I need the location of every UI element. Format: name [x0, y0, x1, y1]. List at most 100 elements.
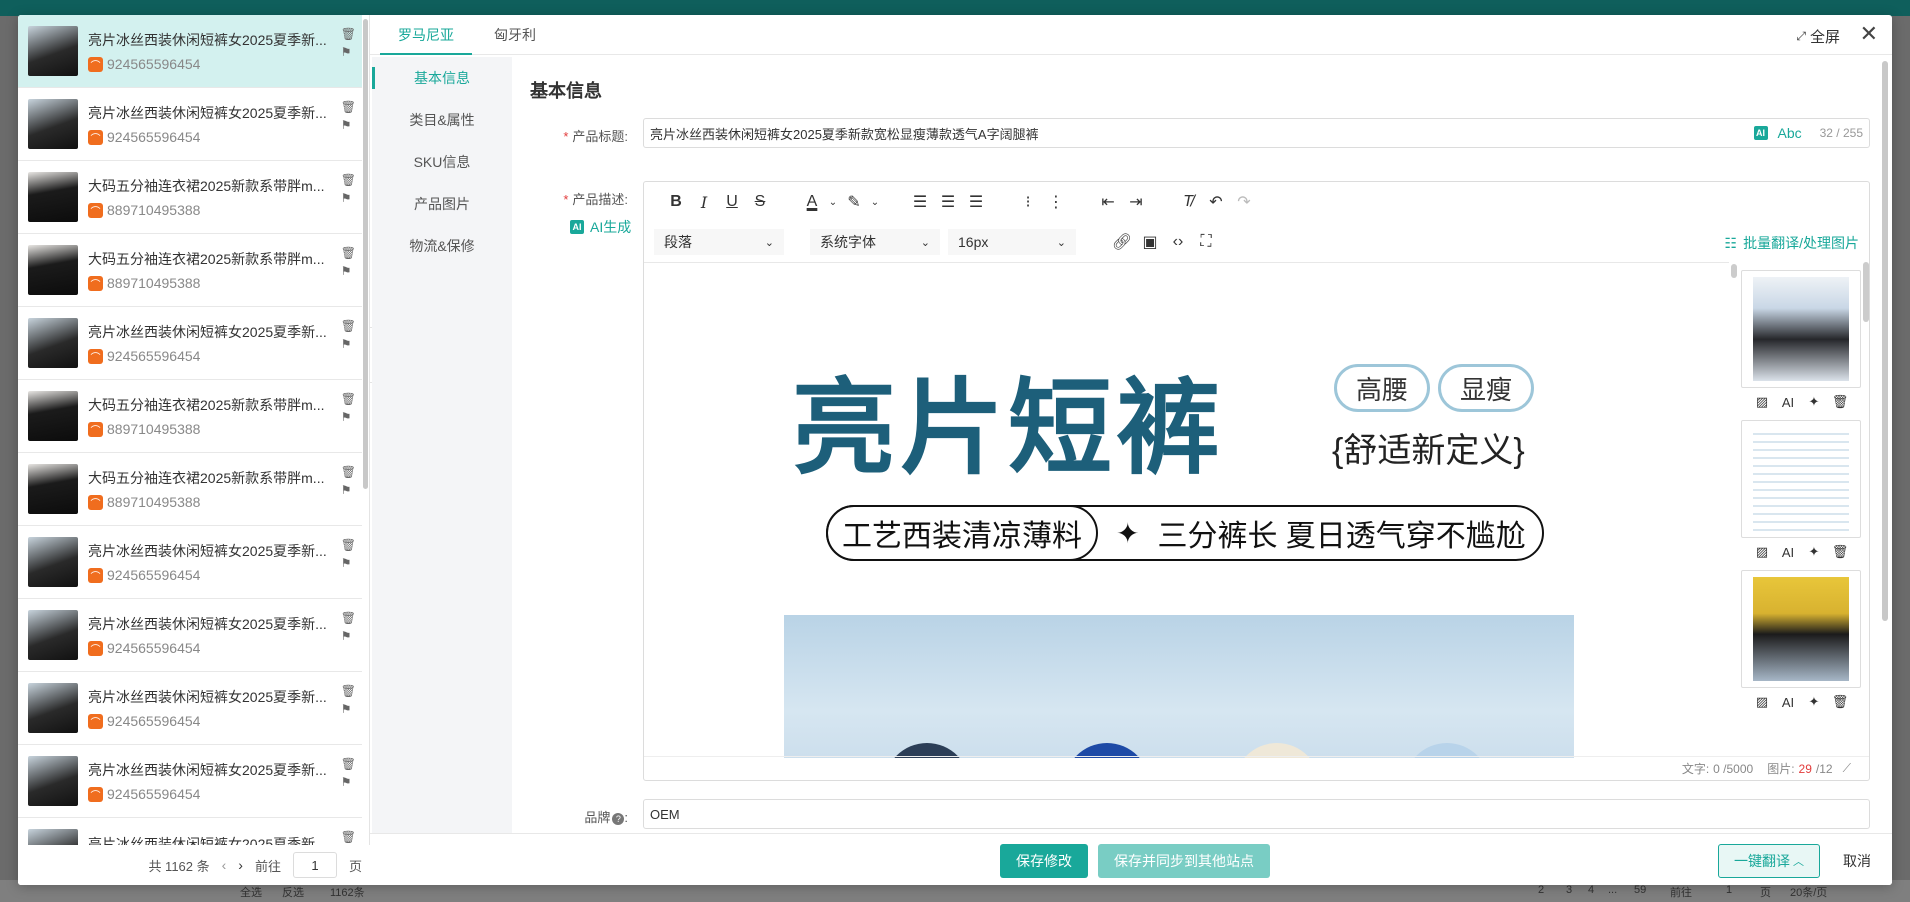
- fullscreen-button[interactable]: ⤢ 全屏: [1796, 26, 1840, 47]
- redo-icon[interactable]: ↷: [1230, 188, 1258, 216]
- undo-icon[interactable]: ↶: [1202, 188, 1230, 216]
- ai-translate-icon[interactable]: AI: [1753, 126, 1768, 140]
- underline-icon[interactable]: U: [718, 188, 746, 216]
- product-list-item[interactable]: 亮片冰丝西装休闲短裤女2025夏季新... ⌒ 924565596454 🗑︎ ⚑: [18, 526, 362, 599]
- font-family-select[interactable]: 系统字体 ⌄: [810, 229, 940, 255]
- flag-icon[interactable]: ⚑: [341, 629, 356, 643]
- product-list-item[interactable]: 亮片冰丝西装休闲短裤女2025夏季新... ⌒ 924565596454 🗑︎ ⚑: [18, 745, 362, 818]
- trash-icon[interactable]: 🗑︎: [341, 611, 356, 625]
- paragraph-select[interactable]: 段落 ⌄: [654, 229, 784, 255]
- trash-icon[interactable]: 🗑︎: [1830, 542, 1850, 562]
- product-list-item[interactable]: 亮片冰丝西装休闲短裤女2025夏季新... ⌒ 924565596454 🗑︎ ⚑: [18, 672, 362, 745]
- magic-wand-icon[interactable]: ✦: [1804, 392, 1824, 412]
- ai-image-icon[interactable]: AI: [1778, 392, 1798, 412]
- ai-image-icon[interactable]: AI: [1778, 692, 1798, 712]
- main-scrollbar[interactable]: [1882, 61, 1888, 621]
- code-icon[interactable]: ‹›: [1164, 228, 1192, 256]
- pager-prev-icon[interactable]: ‹: [222, 857, 227, 873]
- tab-hungary[interactable]: 匈牙利: [476, 15, 554, 55]
- thumbnails-scrollbar[interactable]: [1863, 262, 1869, 322]
- trash-icon[interactable]: 🗑︎: [341, 319, 356, 333]
- title-input[interactable]: 亮片冰丝西装休闲短裤女2025夏季新款宽松显瘦薄款透气A字阔腿裤 AI Abc …: [643, 118, 1870, 148]
- align-left-icon[interactable]: ☰: [906, 188, 934, 216]
- help-icon[interactable]: ?: [612, 813, 625, 825]
- clear-format-icon[interactable]: T̸: [1174, 188, 1202, 216]
- magic-wand-icon[interactable]: ✦: [1804, 692, 1824, 712]
- edit-image-icon[interactable]: ▨: [1752, 392, 1772, 412]
- bold-icon[interactable]: B: [662, 188, 690, 216]
- flag-icon[interactable]: ⚑: [341, 337, 356, 351]
- bullet-list-icon[interactable]: ⁝: [1014, 188, 1042, 216]
- product-list-item[interactable]: 亮片冰丝西装休闲短裤女2025夏季新... ⌒ 924565596454 🗑︎ ⚑: [18, 307, 362, 380]
- trash-icon[interactable]: 🗑︎: [341, 757, 356, 771]
- trash-icon[interactable]: 🗑︎: [341, 465, 356, 479]
- product-list-item[interactable]: 亮片冰丝西装休闲短裤女2025夏季新... ⌒ 924565596454 🗑︎ ⚑: [18, 599, 362, 672]
- product-list-item[interactable]: 大码五分袖连衣裙2025新款系带胖m... ⌒ 889710495388 🗑︎ ⚑: [18, 380, 362, 453]
- chevron-down-icon[interactable]: ⌄: [868, 188, 882, 216]
- trash-icon[interactable]: 🗑︎: [341, 538, 356, 552]
- magic-wand-icon[interactable]: ✦: [1804, 542, 1824, 562]
- thumbnail-image[interactable]: [1741, 570, 1861, 688]
- ai-generate-button[interactable]: AI AI生成: [570, 217, 631, 237]
- one-click-translate-button[interactable]: 一键翻译 ︿: [1718, 844, 1820, 878]
- product-list-item[interactable]: 大码五分袖连衣裙2025新款系带胖m... ⌒ 889710495388 🗑︎ ⚑: [18, 453, 362, 526]
- chevron-down-icon[interactable]: ⌄: [826, 188, 840, 216]
- edit-image-icon[interactable]: ▨: [1752, 692, 1772, 712]
- link-icon[interactable]: 🔗︎: [1108, 228, 1136, 256]
- ai-image-icon[interactable]: AI: [1778, 542, 1798, 562]
- editor-scrollbar[interactable]: [1729, 262, 1739, 758]
- trash-icon[interactable]: 🗑︎: [341, 246, 356, 260]
- thumbnail-image[interactable]: [1741, 420, 1861, 538]
- trash-icon[interactable]: 🗑︎: [1830, 392, 1850, 412]
- trash-icon[interactable]: 🗑︎: [341, 392, 356, 406]
- flag-icon[interactable]: ⚑: [341, 410, 356, 424]
- italic-icon[interactable]: I: [690, 188, 718, 216]
- trash-icon[interactable]: 🗑︎: [341, 684, 356, 698]
- flag-icon[interactable]: ⚑: [341, 118, 356, 132]
- trash-icon[interactable]: 🗑︎: [341, 173, 356, 187]
- pager-page-input[interactable]: [292, 852, 337, 878]
- trash-icon[interactable]: 🗑︎: [341, 27, 356, 41]
- product-list-item[interactable]: 亮片冰丝西装休闲短裤女2025夏季新... ⌒ 924565596454 🗑︎ ⚑: [18, 88, 362, 161]
- flag-icon[interactable]: ⚑: [341, 264, 356, 278]
- secnav-images[interactable]: 产品图片: [372, 183, 512, 225]
- product-list-item[interactable]: 亮片冰丝西装休闲短裤女2025夏季新... ⌒ 924565596454 🗑︎ ⚑: [18, 15, 362, 88]
- strikethrough-icon[interactable]: S: [746, 188, 774, 216]
- edit-image-icon[interactable]: ▨: [1752, 542, 1772, 562]
- flag-icon[interactable]: ⚑: [341, 191, 356, 205]
- save-button[interactable]: 保存修改: [1000, 844, 1088, 878]
- flag-icon[interactable]: ⚑: [341, 702, 356, 716]
- secnav-logistics[interactable]: 物流&保修: [372, 225, 512, 267]
- trash-icon[interactable]: 🗑︎: [1830, 692, 1850, 712]
- align-right-icon[interactable]: ☰: [962, 188, 990, 216]
- secnav-basic-info[interactable]: 基本信息: [372, 57, 512, 99]
- tab-romania[interactable]: 罗马尼亚: [380, 15, 472, 55]
- batch-translate-images-button[interactable]: ☷ 批量翻译/处理图片: [1725, 233, 1859, 253]
- flag-icon[interactable]: ⚑: [341, 45, 356, 59]
- font-size-select[interactable]: 16px ⌄: [948, 229, 1076, 255]
- editor-content[interactable]: 亮片短裤 高腰 显瘦 {舒适新定义} 工艺西装清凉薄料 ✦ 三分裤长 夏日透气穿…: [644, 262, 1729, 758]
- trash-icon[interactable]: 🗑︎: [341, 100, 356, 114]
- thumbnail-image[interactable]: [1741, 270, 1861, 388]
- highlight-icon[interactable]: ✎: [840, 188, 868, 216]
- fullscreen-editor-icon[interactable]: ⛶: [1192, 228, 1220, 256]
- flag-icon[interactable]: ⚑: [341, 775, 356, 789]
- resize-handle-icon[interactable]: ⟋: [1843, 761, 1851, 776]
- close-icon[interactable]: ✕: [1860, 21, 1878, 47]
- cancel-button[interactable]: 取消: [1830, 844, 1884, 878]
- indent-icon[interactable]: ⇥: [1122, 188, 1150, 216]
- insert-image-icon[interactable]: ▣: [1136, 228, 1164, 256]
- numbered-list-icon[interactable]: ⋮: [1042, 188, 1070, 216]
- trash-icon[interactable]: 🗑︎: [341, 830, 356, 844]
- pager-next-icon[interactable]: ›: [238, 857, 243, 873]
- secnav-sku[interactable]: SKU信息: [372, 141, 512, 183]
- product-list-scrollbar[interactable]: [363, 19, 368, 489]
- secnav-category[interactable]: 类目&属性: [372, 99, 512, 141]
- save-sync-button[interactable]: 保存并同步到其他站点: [1098, 844, 1270, 878]
- product-list-item[interactable]: 大码五分袖连衣裙2025新款系带胖m... ⌒ 889710495388 🗑︎ ⚑: [18, 161, 362, 234]
- abc-icon[interactable]: Abc: [1778, 125, 1802, 141]
- outdent-icon[interactable]: ⇤: [1094, 188, 1122, 216]
- flag-icon[interactable]: ⚑: [341, 483, 356, 497]
- brand-input[interactable]: OEM: [643, 799, 1870, 829]
- product-list-item[interactable]: 大码五分袖连衣裙2025新款系带胖m... ⌒ 889710495388 🗑︎ ⚑: [18, 234, 362, 307]
